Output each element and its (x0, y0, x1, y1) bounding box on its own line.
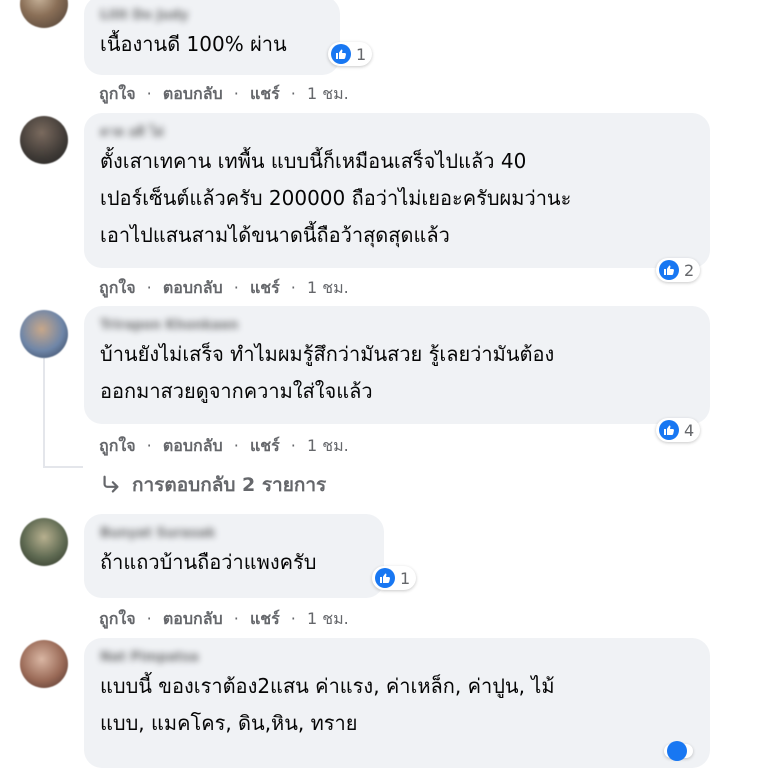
like-icon (331, 44, 351, 64)
comment-author[interactable]: ดาด อดิ ไผ่ (100, 123, 694, 143)
comment-bubble: Bunyat Surasak ถ้าแถวบ้านถือว่าแพงครับ (84, 514, 384, 598)
comment-author[interactable]: Nat Pimpatsa (100, 648, 694, 668)
like-icon (659, 420, 679, 440)
reaction-count: 2 (684, 260, 695, 280)
comment-actions: ถูกใจ · ตอบกลับ · แชร์ · 1 ชม. (99, 84, 349, 103)
share-link[interactable]: แชร์ (250, 84, 280, 103)
timestamp[interactable]: 1 ชม. (307, 609, 349, 628)
share-link[interactable]: แชร์ (250, 436, 280, 455)
reaction-count: 4 (684, 420, 695, 440)
comment-bubble: Trirapon Khonkaen บ้านยังไม่เสร็จ ทำไมผม… (84, 306, 710, 424)
reaction-badge[interactable]: 1 (372, 566, 417, 590)
reaction-count: 1 (400, 568, 411, 588)
avatar[interactable] (20, 310, 68, 358)
timestamp[interactable]: 1 ชม. (307, 278, 349, 297)
comment-text: แบบนี้ ของเราต้อง2แสน ค่าแรง, ค่าเหล็ก, … (100, 674, 555, 735)
view-replies-link[interactable]: การตอบกลับ 2 รายการ (100, 470, 326, 500)
comment-author[interactable]: Lilit Do Judy (100, 6, 324, 26)
timestamp[interactable]: 1 ชม. (307, 84, 349, 103)
comment-actions: ถูกใจ · ตอบกลับ · แชร์ · 1 ชม. (99, 609, 349, 628)
like-icon (667, 741, 687, 761)
like-link[interactable]: ถูกใจ (99, 84, 136, 103)
thread-line (43, 466, 83, 468)
comment-author[interactable]: Trirapon Khonkaen (100, 316, 694, 336)
share-link[interactable]: แชร์ (250, 609, 280, 628)
avatar[interactable] (20, 0, 68, 28)
reply-link[interactable]: ตอบกลับ (163, 278, 223, 297)
comment-text: ตั้งเสาเทคาน เทพื้น แบบนี้ก็เหมือนเสร็จไ… (100, 149, 572, 247)
avatar[interactable] (20, 640, 68, 688)
comment-text: เนื้องานดี 100% ผ่าน (100, 32, 287, 56)
avatar[interactable] (20, 116, 68, 164)
reaction-badge[interactable]: 1 (328, 42, 373, 66)
reply-link[interactable]: ตอบกลับ (163, 436, 223, 455)
like-link[interactable]: ถูกใจ (99, 436, 136, 455)
comment-actions: ถูกใจ · ตอบกลับ · แชร์ · 1 ชม. (99, 436, 349, 455)
timestamp[interactable]: 1 ชม. (307, 436, 349, 455)
thread-line (43, 358, 45, 468)
reply-link[interactable]: ตอบกลับ (163, 84, 223, 103)
comment-bubble: Nat Pimpatsa แบบนี้ ของเราต้อง2แสน ค่าแร… (84, 638, 710, 768)
like-link[interactable]: ถูกใจ (99, 609, 136, 628)
comment-bubble: Lilit Do Judy เนื้องานดี 100% ผ่าน (84, 0, 340, 75)
avatar[interactable] (20, 518, 68, 566)
comment-text: บ้านยังไม่เสร็จ ทำไมผมรู้สึกว่ามันสวย รู… (100, 342, 555, 403)
share-link[interactable]: แชร์ (250, 278, 280, 297)
reaction-badge[interactable] (664, 741, 693, 761)
reaction-badge[interactable]: 4 (656, 418, 701, 442)
like-icon (659, 260, 679, 280)
like-link[interactable]: ถูกใจ (99, 278, 136, 297)
replies-label: การตอบกลับ 2 รายการ (132, 474, 327, 496)
like-icon (375, 568, 395, 588)
comment-text: ถ้าแถวบ้านถือว่าแพงครับ (100, 550, 317, 574)
reaction-count: 1 (356, 44, 367, 64)
reply-link[interactable]: ตอบกลับ (163, 609, 223, 628)
reply-arrow-icon (103, 475, 119, 493)
reaction-badge[interactable]: 2 (656, 258, 701, 282)
comment-bubble: ดาด อดิ ไผ่ ตั้งเสาเทคาน เทพื้น แบบนี้ก็… (84, 113, 710, 268)
comment-actions: ถูกใจ · ตอบกลับ · แชร์ · 1 ชม. (99, 278, 349, 297)
comment-author[interactable]: Bunyat Surasak (100, 524, 368, 544)
